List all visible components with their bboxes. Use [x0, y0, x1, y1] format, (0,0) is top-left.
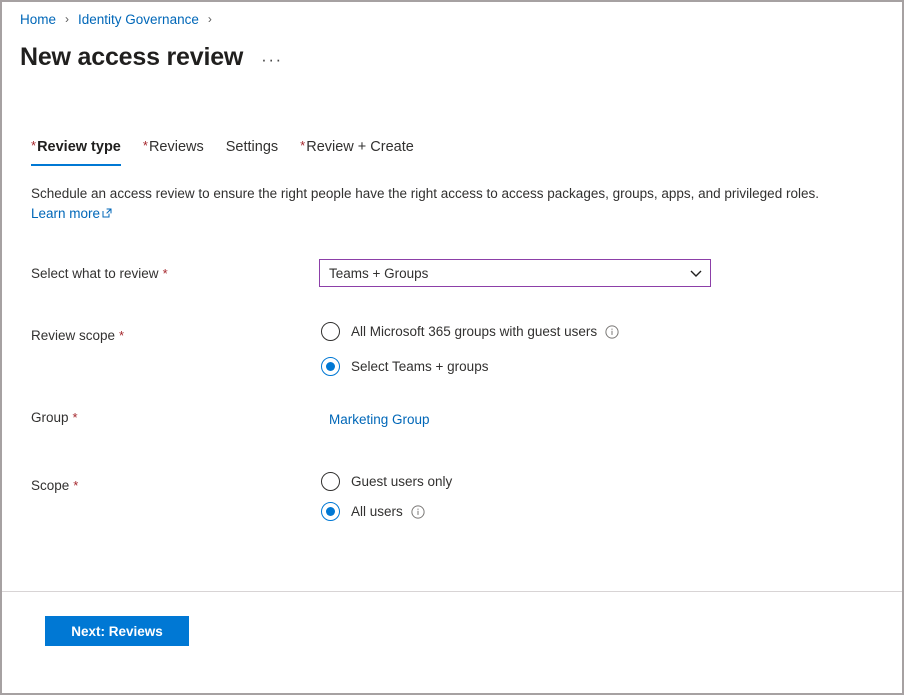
- tab-review-type[interactable]: *Review type: [20, 135, 132, 166]
- select-what-to-review-dropdown[interactable]: Teams + Groups: [319, 259, 711, 287]
- external-link-icon: [102, 204, 112, 214]
- description-text: Schedule an access review to ensure the …: [31, 186, 819, 201]
- breadcrumb: Home › Identity Governance ›: [20, 12, 221, 27]
- breadcrumb-item-home[interactable]: Home: [20, 12, 56, 27]
- tab-settings-label: Settings: [226, 139, 278, 155]
- radio-all-m365-groups-with-guest-users[interactable]: All Microsoft 365 groups with guest user…: [321, 322, 619, 341]
- page-header: New access review ···: [20, 40, 283, 74]
- chevron-down-icon: [688, 265, 704, 281]
- tab-reviews[interactable]: *Reviews: [132, 135, 215, 166]
- scope-label: Scope *: [31, 478, 78, 493]
- required-asterisk: *: [31, 138, 36, 153]
- radio-all-m365-groups-label: All Microsoft 365 groups with guest user…: [351, 324, 597, 339]
- radio-indicator[interactable]: [321, 502, 340, 521]
- page-title: New access review: [20, 40, 243, 74]
- radio-all-users[interactable]: All users: [321, 502, 425, 521]
- tab-review-create[interactable]: *Review + Create: [289, 135, 425, 166]
- tab-review-create-label: Review + Create: [306, 139, 414, 155]
- tab-settings[interactable]: Settings: [215, 135, 289, 166]
- info-icon[interactable]: [605, 325, 619, 339]
- more-options-icon[interactable]: ···: [261, 50, 282, 70]
- radio-select-teams-groups-label: Select Teams + groups: [351, 359, 488, 374]
- required-asterisk: *: [119, 328, 124, 343]
- required-asterisk: *: [143, 138, 148, 153]
- radio-indicator[interactable]: [321, 357, 340, 376]
- group-label-text: Group: [31, 410, 69, 425]
- review-scope-label-text: Review scope: [31, 328, 115, 343]
- radio-indicator[interactable]: [321, 472, 340, 491]
- required-asterisk: *: [73, 478, 78, 493]
- required-asterisk: *: [163, 266, 168, 281]
- next-reviews-button[interactable]: Next: Reviews: [45, 616, 189, 646]
- radio-indicator[interactable]: [321, 322, 340, 341]
- group-selected-link[interactable]: Marketing Group: [329, 412, 430, 427]
- blade-description: Schedule an access review to ensure the …: [31, 184, 819, 224]
- required-asterisk: *: [73, 410, 78, 425]
- select-what-to-review-label-text: Select what to review: [31, 266, 159, 281]
- radio-guest-users-only-label: Guest users only: [351, 474, 452, 489]
- footer-divider: [2, 591, 902, 592]
- select-what-to-review-value: Teams + Groups: [329, 266, 688, 281]
- breadcrumb-item-identity-governance[interactable]: Identity Governance: [78, 12, 199, 27]
- radio-select-teams-groups[interactable]: Select Teams + groups: [321, 357, 488, 376]
- breadcrumb-separator-icon: ›: [65, 12, 69, 26]
- azure-portal-blade: Home › Identity Governance › New access …: [0, 0, 904, 695]
- tab-reviews-label: Reviews: [149, 139, 204, 155]
- select-what-to-review-label: Select what to review *: [31, 266, 168, 281]
- required-asterisk: *: [300, 138, 305, 153]
- radio-all-users-label: All users: [351, 504, 403, 519]
- tab-review-type-label: Review type: [37, 139, 121, 155]
- group-label: Group *: [31, 410, 78, 425]
- scope-label-text: Scope: [31, 478, 69, 493]
- breadcrumb-separator-icon: ›: [208, 12, 212, 26]
- info-icon[interactable]: [411, 505, 425, 519]
- review-scope-label: Review scope *: [31, 328, 124, 343]
- wizard-tabs: *Review type *Reviews Settings *Review +…: [20, 135, 425, 166]
- learn-more-label: Learn more: [31, 204, 100, 224]
- radio-guest-users-only[interactable]: Guest users only: [321, 472, 452, 491]
- learn-more-link[interactable]: Learn more: [31, 204, 112, 224]
